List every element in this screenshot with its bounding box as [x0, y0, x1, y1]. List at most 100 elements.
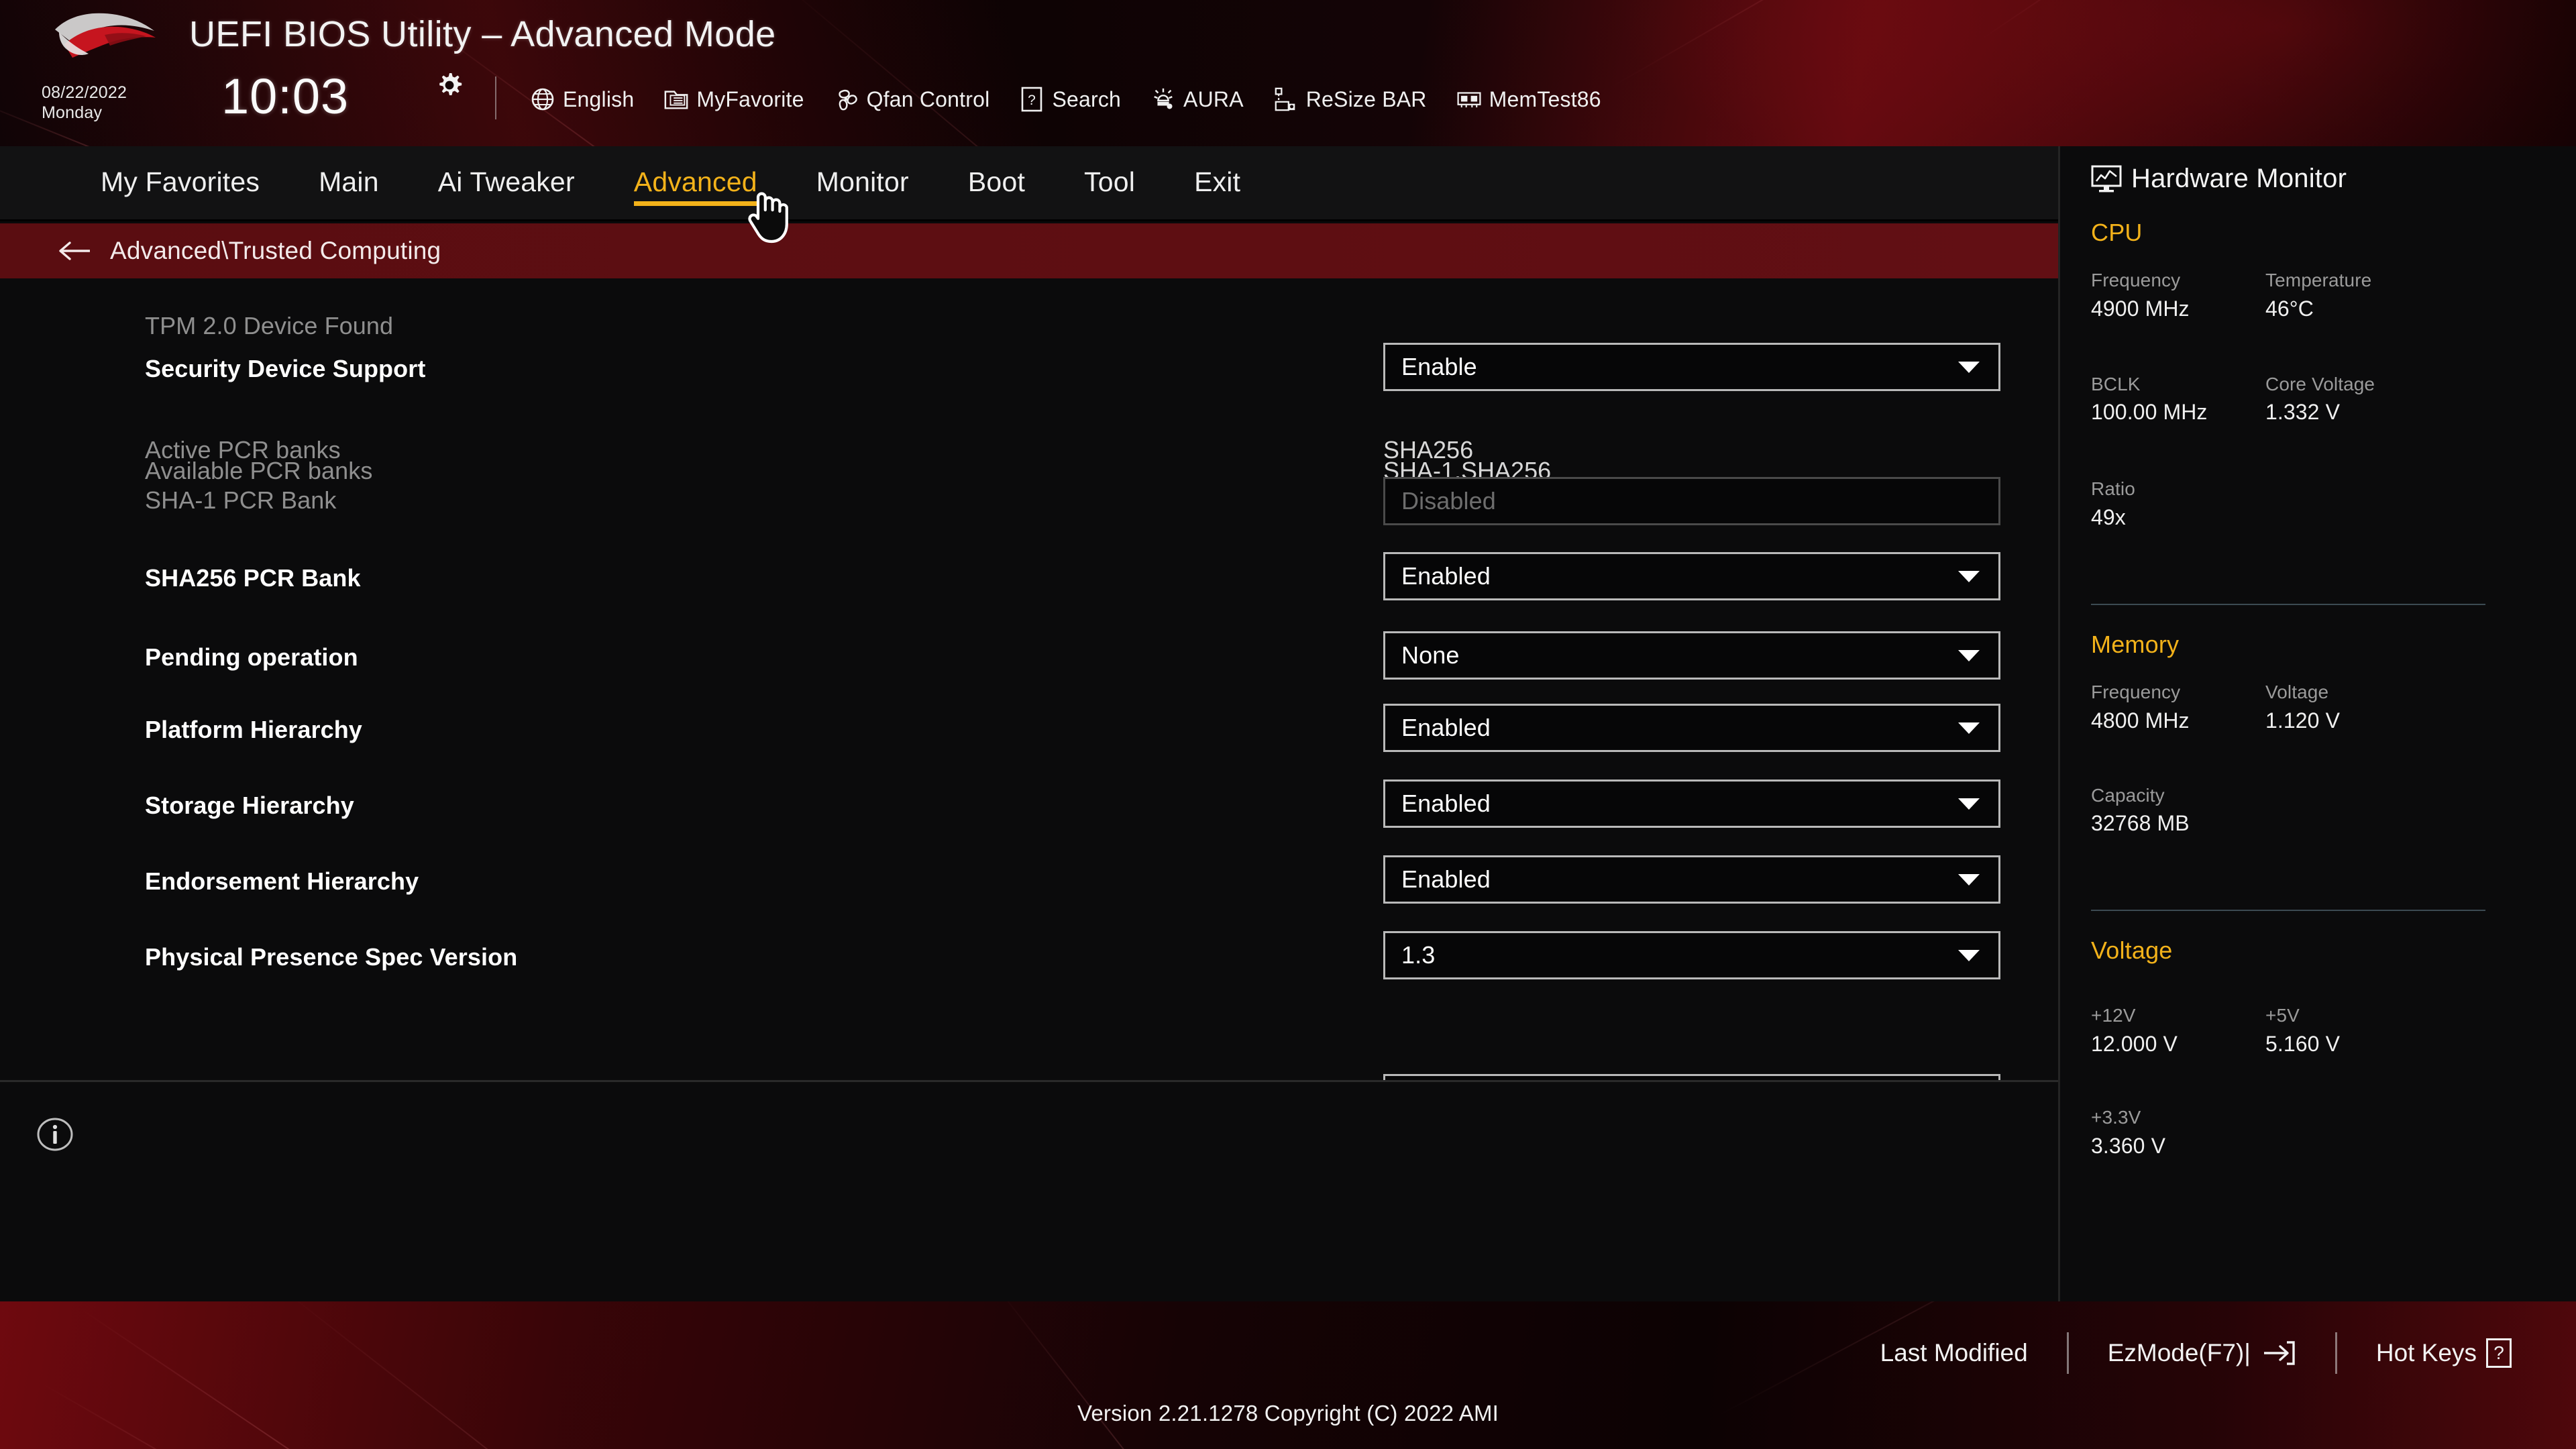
setting-dropdown-endorsement-hierarchy[interactable]: Enabled: [1383, 855, 2000, 904]
hw-key: Voltage: [2265, 682, 2329, 702]
aura-light-icon: [1150, 87, 1176, 112]
tab-boot[interactable]: Boot: [968, 166, 1025, 202]
tab-ai-tweaker[interactable]: Ai Tweaker: [438, 166, 575, 202]
hw-value: 1.120 V: [2265, 708, 2341, 733]
footer-bar: Last Modified EzMode(F7)| Hot Keys ? Ver…: [0, 1301, 2576, 1449]
utility-myfavorite[interactable]: MyFavorite: [663, 87, 804, 112]
decor-streak: [771, 0, 1338, 146]
last-modified-label: Last Modified: [1880, 1339, 2028, 1366]
setting-dropdown-pending-operation[interactable]: None: [1383, 631, 2000, 680]
hw-value: 3.360 V: [2091, 1134, 2166, 1158]
utility-memtest86[interactable]: MemTest86: [1456, 87, 1601, 112]
hw-key: Ratio: [2091, 478, 2135, 499]
dropdown-value: 1.3: [1401, 941, 1436, 969]
tab-monitor[interactable]: Monitor: [816, 166, 909, 202]
dropdown-value: Disabled: [1401, 487, 1496, 515]
utility-label: AURA: [1183, 87, 1244, 111]
tab-exit[interactable]: Exit: [1194, 166, 1240, 202]
ez-mode-button[interactable]: EzMode(F7)|: [2108, 1339, 2296, 1367]
hw-value: 49x: [2091, 505, 2126, 529]
setting-dropdown-storage-hierarchy[interactable]: Enabled: [1383, 780, 2000, 828]
utility-label: MyFavorite: [696, 87, 804, 111]
utility-english[interactable]: English: [530, 87, 634, 112]
footer-actions: Last Modified EzMode(F7)| Hot Keys ?: [1880, 1332, 2512, 1374]
question-box-icon: ?: [1019, 87, 1044, 112]
footer-divider: [2066, 1332, 2069, 1374]
tab-my-favorites[interactable]: My Favorites: [101, 166, 260, 202]
utility-qfan-control[interactable]: Qfan Control: [834, 87, 990, 112]
exit-arrow-icon: [2263, 1341, 2295, 1365]
header-divider: [495, 76, 496, 119]
setting-label: Platform Hierarchy: [145, 716, 362, 743]
hw-value: 100.00 MHz: [2091, 400, 2208, 424]
utility-label: Qfan Control: [866, 87, 990, 111]
rog-logo-icon: [55, 13, 156, 58]
setting-dropdown-physical-presence-spec-version[interactable]: 1.3: [1383, 931, 2000, 979]
hw-key: +12V: [2091, 1005, 2136, 1026]
setting-dropdown-next-clipped[interactable]: [1383, 1074, 2000, 1080]
hw-divider: [2091, 604, 2485, 605]
info-circle-icon[interactable]: [36, 1116, 74, 1153]
decor-streak: [992, 1301, 1283, 1449]
date-value: 08/22/2022: [42, 83, 127, 102]
resize-bar-icon: [1273, 87, 1299, 112]
footer-divider: [2334, 1332, 2337, 1374]
hw-value: 4900 MHz: [2091, 297, 2190, 321]
utility-search[interactable]: ? Search: [1019, 87, 1121, 112]
hw-key: BCLK: [2091, 374, 2141, 394]
chevron-down-icon: [1958, 722, 1980, 734]
hw-value: 4800 MHz: [2091, 708, 2190, 733]
setting-dropdown-platform-hierarchy[interactable]: Enabled: [1383, 704, 2000, 752]
fan-icon: [834, 87, 859, 112]
bios-screen: UEFI BIOS Utility – Advanced Mode 08/22/…: [0, 0, 2576, 1449]
hot-keys-button[interactable]: Hot Keys ?: [2376, 1338, 2512, 1368]
utility-resize-bar[interactable]: ReSize BAR: [1273, 87, 1427, 112]
utility-aura[interactable]: AURA: [1150, 87, 1244, 112]
setting-dropdown-sha1-pcr-bank: Disabled: [1383, 477, 2000, 525]
gear-icon[interactable]: [435, 70, 464, 100]
ez-mode-label: EzMode(F7)|: [2107, 1339, 2251, 1366]
dropdown-value: Enabled: [1401, 790, 1491, 817]
question-box-icon: ?: [2486, 1338, 2512, 1368]
globe-icon: [530, 87, 555, 112]
chevron-down-icon: [1958, 361, 1980, 373]
utility-label: MemTest86: [1489, 87, 1601, 111]
hardware-monitor-header: Hardware Monitor: [2091, 164, 2347, 194]
setting-label: TPM 2.0 Device Found: [145, 312, 394, 339]
chevron-down-icon: [1958, 798, 1980, 810]
settings-list: TPM 2.0 Device Found Security Device Sup…: [0, 278, 2058, 1080]
date-display: 08/22/2022 Monday: [42, 83, 127, 123]
setting-dropdown-sha256-pcr-bank[interactable]: Enabled: [1383, 552, 2000, 600]
setting-label: Physical Presence Spec Version: [145, 943, 518, 971]
hardware-monitor-panel: Hardware Monitor CPU Frequency 4900 MHz …: [2058, 146, 2576, 1301]
hw-key: Core Voltage: [2265, 374, 2375, 394]
utility-label: Search: [1052, 87, 1122, 111]
decor-streak: [1978, 0, 2536, 42]
hw-value: 12.000 V: [2091, 1032, 2178, 1056]
setting-dropdown-security-device-support[interactable]: Enable: [1383, 343, 2000, 391]
dropdown-value: Enable: [1401, 353, 1477, 380]
hw-divider: [2091, 910, 2485, 911]
setting-label: SHA256 PCR Bank: [145, 564, 361, 592]
breadcrumb-path: Advanced\Trusted Computing: [110, 237, 441, 264]
title-banner: UEFI BIOS Utility – Advanced Mode 08/22/…: [0, 0, 2576, 146]
arrow-left-icon[interactable]: [56, 237, 93, 264]
hw-section-title-voltage: Voltage: [2091, 936, 2173, 964]
tab-main[interactable]: Main: [319, 166, 379, 202]
tab-advanced[interactable]: Advanced: [633, 166, 757, 206]
hw-value: 5.160 V: [2265, 1032, 2341, 1056]
breadcrumb[interactable]: Advanced\Trusted Computing: [0, 223, 2058, 278]
tab-tool[interactable]: Tool: [1084, 166, 1135, 202]
decor-streak: [281, 1301, 758, 1449]
hot-keys-label: Hot Keys: [2375, 1339, 2477, 1366]
setting-label: Storage Hierarchy: [145, 792, 354, 819]
last-modified-button[interactable]: Last Modified: [1880, 1339, 2028, 1367]
setting-label: SHA-1 PCR Bank: [145, 486, 337, 514]
dropdown-value: Enabled: [1401, 865, 1491, 893]
svg-text:?: ?: [1028, 93, 1036, 108]
memory-module-icon: [1456, 87, 1482, 112]
monitor-graph-icon: [2091, 165, 2122, 192]
hardware-monitor-title: Hardware Monitor: [2131, 164, 2347, 193]
chevron-down-icon: [1958, 649, 1980, 661]
chevron-down-icon: [1958, 873, 1980, 885]
